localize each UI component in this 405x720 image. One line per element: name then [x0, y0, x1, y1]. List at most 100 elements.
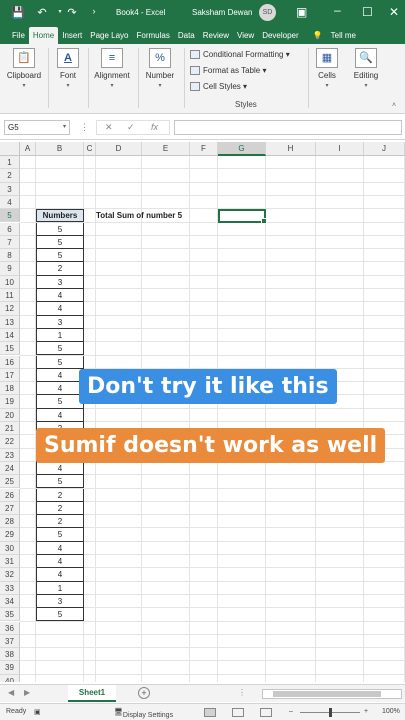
number-cell[interactable]: 2 — [36, 501, 84, 516]
column-header-a[interactable]: A — [20, 142, 36, 156]
number-cell[interactable]: 5 — [36, 222, 84, 236]
row-header-23[interactable]: 23 — [0, 448, 20, 462]
close-icon[interactable]: ✕ — [389, 5, 399, 19]
row-header-14[interactable]: 14 — [0, 328, 20, 343]
page-break-view-icon[interactable] — [260, 708, 272, 717]
number-cell[interactable]: 3 — [36, 275, 84, 289]
number-cell[interactable]: 5 — [36, 475, 84, 489]
row-header-32[interactable]: 32 — [0, 568, 20, 582]
save-icon[interactable]: 💾 — [8, 6, 28, 19]
number-cell[interactable]: 4 — [36, 368, 84, 383]
number-cell[interactable]: 5 — [36, 235, 84, 250]
row-header-34[interactable]: 34 — [0, 594, 20, 609]
minimize-icon[interactable]: – — [334, 3, 341, 17]
display-settings-button[interactable]: 🖥 Display Settings — [114, 708, 173, 719]
zoom-slider-thumb[interactable] — [329, 708, 332, 717]
row-header-9[interactable]: 9 — [0, 262, 20, 276]
scrollbar-thumb[interactable] — [273, 691, 381, 697]
tab-review[interactable]: Review — [199, 27, 233, 44]
row-header-22[interactable]: 22 — [0, 435, 20, 449]
row-header-36[interactable]: 36 — [0, 621, 20, 635]
conditional-formatting-button[interactable]: Conditional Formatting ▾ — [190, 50, 290, 60]
number-cell[interactable]: 3 — [36, 315, 84, 329]
more-icon[interactable]: ⋮ — [238, 688, 246, 697]
row-header-33[interactable]: 33 — [0, 581, 20, 595]
page-layout-view-icon[interactable] — [232, 708, 244, 717]
number-cell[interactable]: 5 — [36, 528, 84, 542]
zoom-level[interactable]: 100% — [382, 708, 400, 715]
row-header-2[interactable]: 2 — [0, 169, 20, 183]
row-header-5[interactable]: 5 — [0, 209, 20, 223]
row-header-40[interactable]: 40 — [0, 674, 20, 682]
row-header-13[interactable]: 13 — [0, 315, 20, 329]
avatar[interactable]: SD — [259, 4, 276, 21]
lightbulb-icon[interactable]: 💡 — [309, 27, 327, 44]
normal-view-icon[interactable] — [204, 708, 216, 717]
macro-record-icon[interactable]: ▣ — [34, 708, 41, 716]
select-all-corner[interactable] — [0, 142, 20, 156]
row-header-18[interactable]: 18 — [0, 382, 20, 396]
number-cell[interactable]: 4 — [36, 302, 84, 316]
maximize-icon[interactable]: ☐ — [362, 5, 373, 19]
row-header-35[interactable]: 35 — [0, 608, 20, 622]
format-as-table-button[interactable]: Format as Table ▾ — [190, 66, 266, 76]
tab-page-layout[interactable]: Page Layo — [86, 27, 132, 44]
tab-developer[interactable]: Developer — [258, 27, 302, 44]
zoom-in-icon[interactable]: + — [364, 708, 368, 715]
numbers-header-cell[interactable]: Numbers — [36, 209, 84, 223]
number-cell[interactable]: 2 — [36, 488, 84, 502]
font-group[interactable]: A Font ▾ — [52, 48, 84, 89]
insert-function-icon[interactable]: fx — [151, 121, 158, 134]
row-header-24[interactable]: 24 — [0, 461, 20, 476]
number-cell[interactable]: 5 — [36, 342, 84, 356]
enter-icon[interactable]: ✓ — [127, 121, 135, 134]
row-header-19[interactable]: 19 — [0, 395, 20, 409]
row-header-15[interactable]: 15 — [0, 342, 20, 356]
column-header-f[interactable]: F — [190, 142, 218, 156]
row-header-26[interactable]: 26 — [0, 488, 20, 502]
horizontal-scrollbar[interactable] — [262, 689, 402, 699]
row-header-1[interactable]: 1 — [0, 156, 20, 170]
alignment-group[interactable]: ≡ Alignment ▾ — [90, 48, 134, 89]
row-header-20[interactable]: 20 — [0, 408, 20, 422]
number-cell[interactable]: 4 — [36, 408, 84, 422]
tab-formulas[interactable]: Formulas — [133, 27, 174, 44]
number-cell[interactable]: 1 — [36, 328, 84, 343]
clipboard-group[interactable]: 📋 Clipboard ▾ — [4, 48, 44, 89]
cancel-icon[interactable]: ✕ — [105, 121, 113, 134]
editing-group[interactable]: 🔍 Editing ▾ — [348, 48, 384, 89]
row-header-27[interactable]: 27 — [0, 501, 20, 516]
chevron-down-icon[interactable]: ▾ — [63, 121, 66, 134]
row-header-25[interactable]: 25 — [0, 475, 20, 489]
column-header-e[interactable]: E — [142, 142, 190, 156]
next-sheet-icon[interactable]: ▶ — [24, 688, 30, 697]
number-cell[interactable]: 4 — [36, 382, 84, 396]
name-box[interactable]: G5 ▾ — [4, 120, 70, 135]
number-cell[interactable]: 2 — [36, 515, 84, 529]
tab-sheet1[interactable]: Sheet1 — [68, 685, 116, 702]
column-header-d[interactable]: D — [96, 142, 142, 156]
row-header-30[interactable]: 30 — [0, 541, 20, 555]
number-cell[interactable]: 5 — [36, 249, 84, 263]
row-header-8[interactable]: 8 — [0, 249, 20, 263]
number-cell[interactable]: 5 — [36, 608, 84, 622]
column-header-j[interactable]: J — [364, 142, 405, 156]
redo-icon[interactable]: ↷ — [62, 6, 82, 19]
number-cell[interactable]: 4 — [36, 555, 84, 569]
row-header-3[interactable]: 3 — [0, 182, 20, 196]
add-sheet-icon[interactable]: + — [138, 687, 150, 699]
row-header-29[interactable]: 29 — [0, 528, 20, 542]
column-header-g[interactable]: G — [218, 142, 266, 156]
cells-group[interactable]: ▦ Cells ▾ — [312, 48, 342, 89]
tab-insert[interactable]: Insert — [58, 27, 86, 44]
column-header-b[interactable]: B — [36, 142, 84, 156]
number-cell[interactable]: 4 — [36, 461, 84, 476]
tab-data[interactable]: Data — [174, 27, 199, 44]
worksheet-grid[interactable]: A B C D E F G H I J 1 2 3 4 5 6 7 8 9 10 11 12 13 14 15 16 17 18 19 2… — [0, 142, 405, 682]
tell-me-search[interactable]: Tell me — [327, 27, 360, 44]
number-group[interactable]: % Number ▾ — [141, 48, 179, 89]
prev-sheet-icon[interactable]: ◀ — [8, 688, 14, 697]
row-header-11[interactable]: 11 — [0, 289, 20, 303]
cell-styles-button[interactable]: Cell Styles ▾ — [190, 82, 247, 92]
undo-icon[interactable]: ↶ — [32, 6, 52, 19]
